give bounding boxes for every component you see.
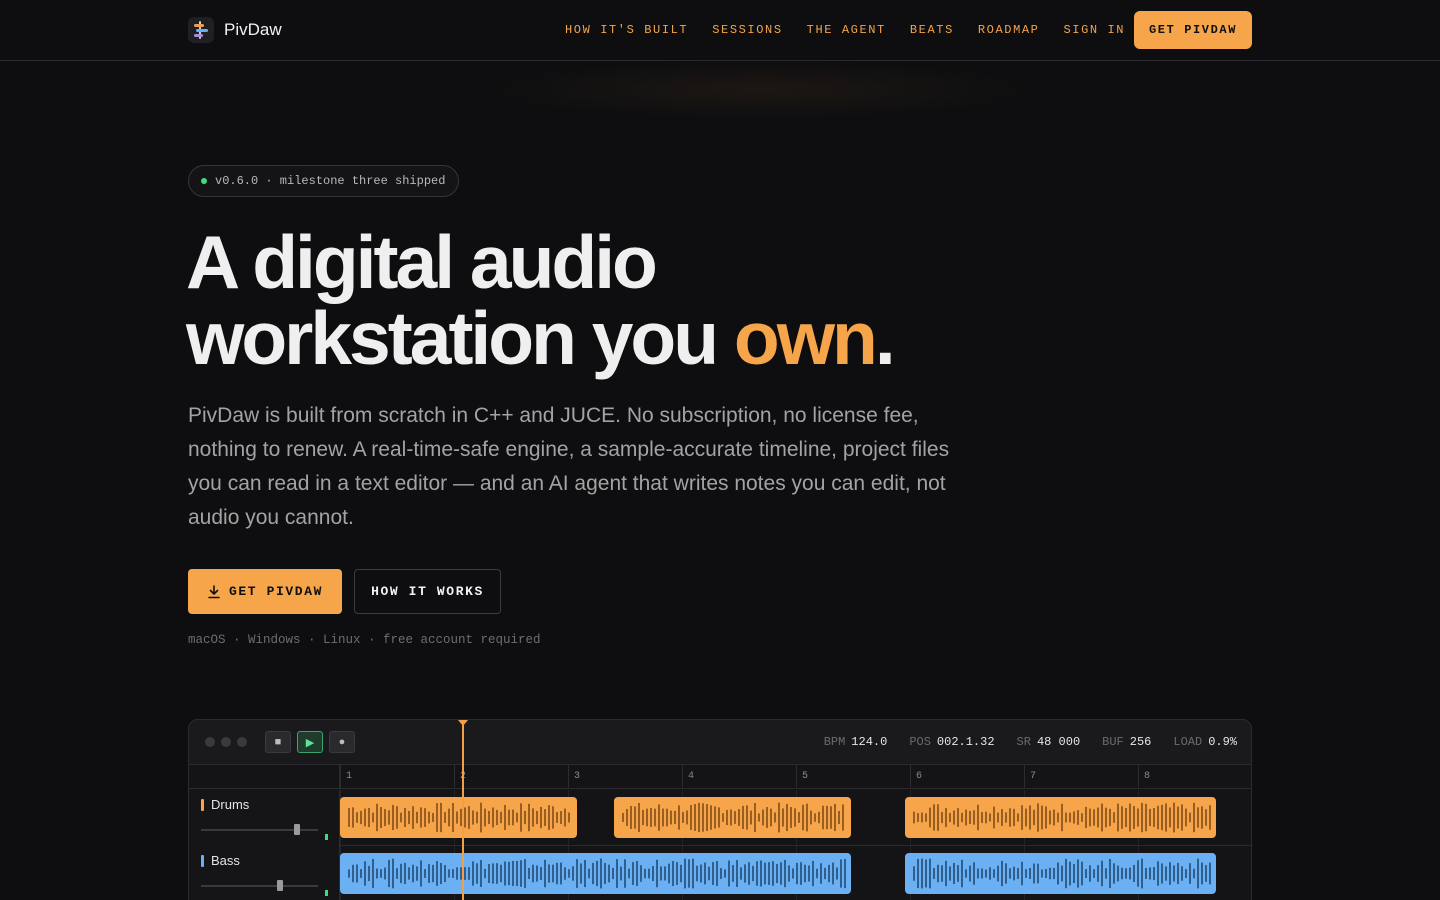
stat-sample-rate: SR 48 000: [1016, 735, 1081, 749]
window-close-dot-icon[interactable]: [205, 737, 215, 747]
level-meter: [325, 890, 328, 896]
track-name-drums: Drums: [211, 797, 250, 812]
brand-name: PivDaw: [224, 20, 282, 39]
play-button[interactable]: ▶: [297, 731, 323, 753]
waveform-icon: [913, 802, 1211, 833]
version-badge-text: v0.6.0 · milestone three shipped: [215, 174, 446, 188]
daw-toolbar: ■ ▶ ● BPM 124.0 POS 002.1.32 SR 48 000 BUF 2…: [189, 720, 1251, 765]
how-it-works-button[interactable]: HOW IT WORKS: [354, 569, 501, 614]
stat-load: LOAD 0.9%: [1173, 735, 1237, 749]
status-dot-icon: [201, 178, 207, 184]
bar-marker-2: 2: [454, 765, 466, 789]
volume-fader-knob[interactable]: [277, 880, 283, 891]
engine-stats: BPM 124.0 POS 002.1.32 SR 48 000 BUF 256 LOA…: [802, 735, 1237, 749]
bar-marker-6: 6: [910, 765, 922, 789]
volume-fader-track[interactable]: [201, 885, 318, 887]
track-color-swatch: [201, 855, 204, 867]
bar-marker-8: 8: [1138, 765, 1150, 789]
hero-subtitle: PivDaw is built from scratch in C++ and …: [188, 404, 950, 529]
clip-drums-3[interactable]: [905, 797, 1216, 838]
track-name-bass: Bass: [211, 853, 240, 868]
headline-line-1: A digital audio: [186, 220, 658, 304]
bar-marker-3: 3: [568, 765, 580, 789]
bar-marker-1: 1: [340, 765, 352, 789]
track-header-bass[interactable]: Bass: [189, 846, 340, 900]
ruler-spacer: [189, 765, 340, 789]
page-title: A digital audio workstation you own.: [186, 224, 1086, 376]
clip-bass-1[interactable]: [340, 853, 851, 894]
nav-links: HOW IT'S BUILT SESSIONS THE AGENT BEATS …: [565, 23, 1149, 37]
track-color-swatch: [201, 799, 204, 811]
brand[interactable]: PivDaw: [188, 16, 282, 44]
nav-link-how-its-built[interactable]: HOW IT'S BUILT: [565, 23, 688, 37]
waveform-icon: [913, 858, 1211, 889]
version-badge: v0.6.0 · milestone three shipped: [188, 165, 460, 197]
daw-preview-window: ■ ▶ ● BPM 124.0 POS 002.1.32 SR 48 000 BUF 2…: [188, 719, 1252, 900]
top-nav: PivDaw HOW IT'S BUILT SESSIONS THE AGENT…: [0, 0, 1440, 61]
clip-drums-1[interactable]: [340, 797, 577, 838]
get-pivdaw-nav-button[interactable]: GET PIVDAW: [1134, 11, 1252, 49]
volume-fader-knob[interactable]: [294, 824, 300, 835]
track-bass: Bass: [189, 846, 1251, 900]
record-button[interactable]: ●: [329, 731, 355, 753]
track-drums: Drums: [189, 790, 1251, 846]
clip-bass-2[interactable]: [905, 853, 1216, 894]
stop-button[interactable]: ■: [265, 731, 291, 753]
waveform-icon: [622, 802, 844, 833]
waveform-icon: [348, 858, 846, 889]
nav-link-beats[interactable]: BEATS: [910, 23, 954, 37]
nav-link-sign-in[interactable]: SIGN IN: [1063, 23, 1125, 37]
timeline-ruler[interactable]: 1 2 3 4 5 6 7 8: [189, 765, 1251, 789]
window-minimize-dot-icon[interactable]: [221, 737, 231, 747]
platforms-note: macOS · Windows · Linux · free account r…: [188, 633, 541, 647]
download-icon: [208, 584, 220, 598]
get-pivdaw-button-label: GET PIVDAW: [228, 584, 323, 599]
stat-bpm: BPM 124.0: [823, 735, 888, 749]
stat-buffer: BUF 256: [1102, 735, 1152, 749]
pivdaw-logo-icon: [188, 17, 214, 43]
header-glow: [480, 60, 1040, 120]
stat-position: POS 002.1.32: [909, 735, 995, 749]
clip-drums-2[interactable]: [614, 797, 851, 838]
nav-link-roadmap[interactable]: ROADMAP: [978, 23, 1040, 37]
get-pivdaw-button[interactable]: GET PIVDAW: [188, 569, 342, 614]
headline-accent: own: [733, 296, 878, 380]
headline-line-2: workstation you: [186, 296, 734, 380]
bar-marker-7: 7: [1024, 765, 1036, 789]
playhead[interactable]: [462, 720, 464, 900]
window-zoom-dot-icon[interactable]: [237, 737, 247, 747]
level-meter: [325, 834, 328, 840]
nav-link-sessions[interactable]: SESSIONS: [712, 23, 782, 37]
nav-link-the-agent[interactable]: THE AGENT: [807, 23, 886, 37]
bar-marker-5: 5: [796, 765, 808, 789]
waveform-icon: [348, 802, 570, 833]
headline-period: .: [874, 296, 896, 380]
bar-marker-4: 4: [682, 765, 694, 789]
track-header-drums[interactable]: Drums: [189, 790, 340, 846]
volume-fader-track[interactable]: [201, 829, 318, 831]
